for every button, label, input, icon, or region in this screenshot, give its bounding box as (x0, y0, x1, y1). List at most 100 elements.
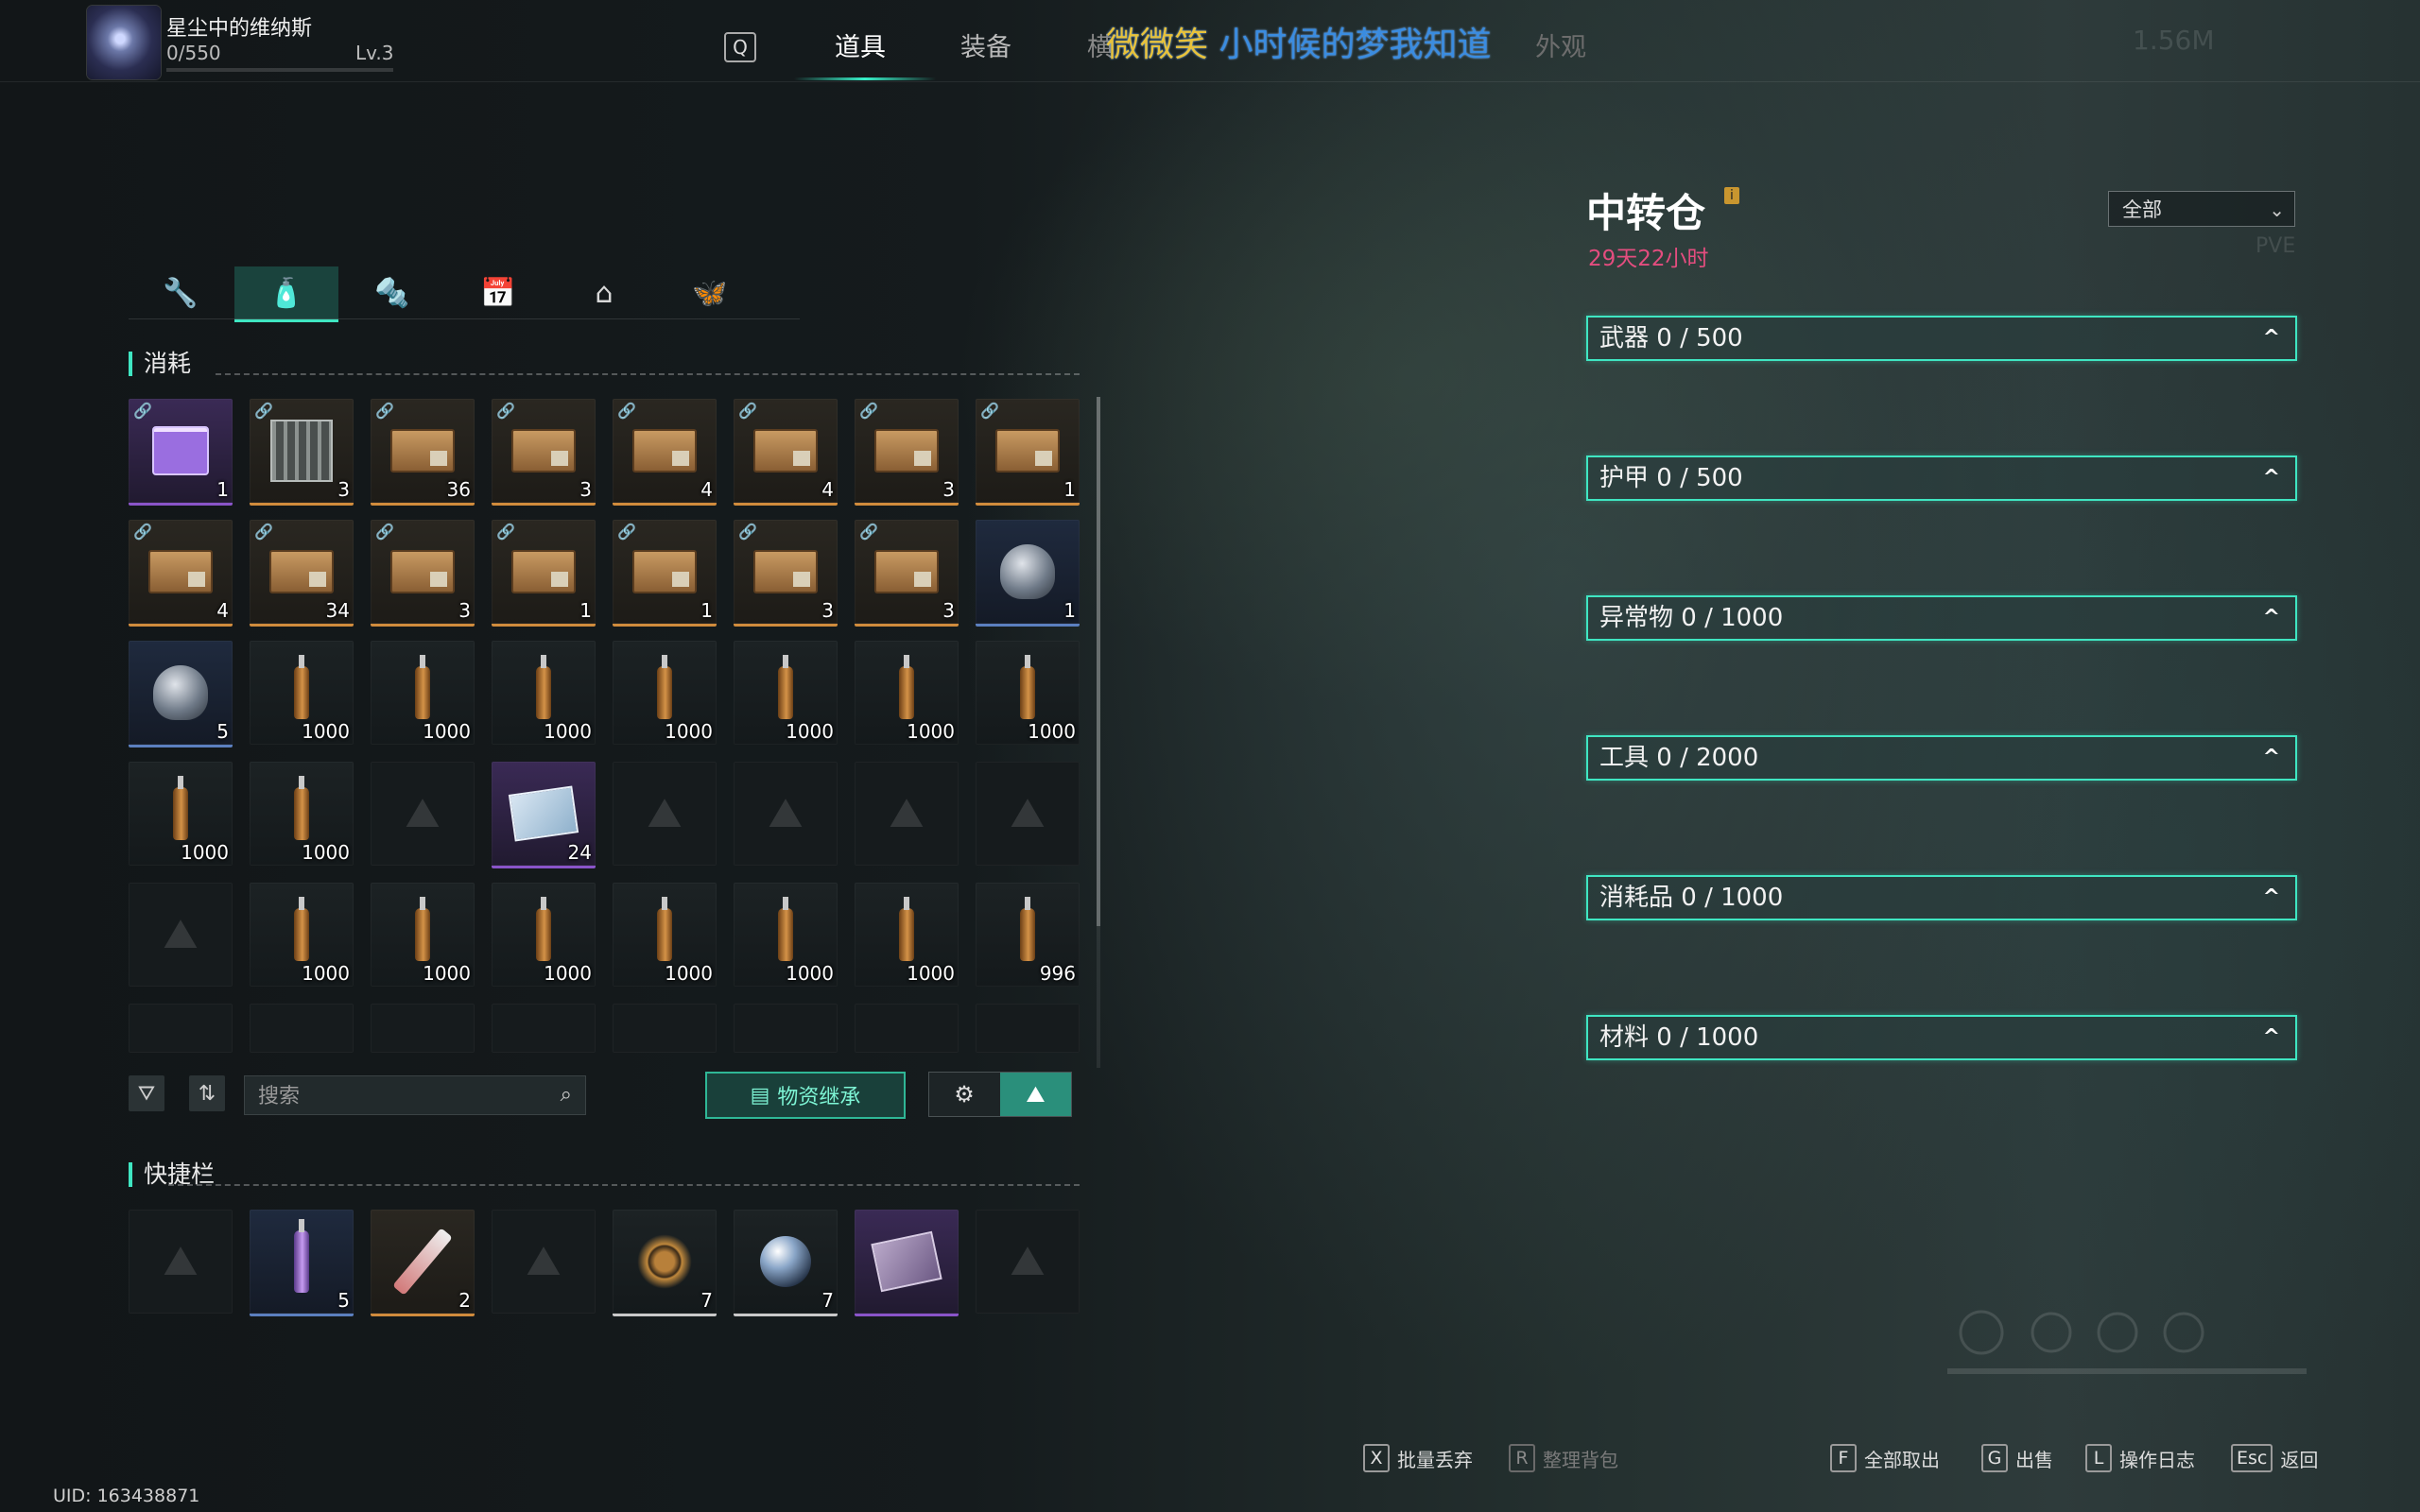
item-slot[interactable]: 7 (613, 1210, 717, 1316)
empty-slot[interactable] (129, 1004, 233, 1053)
item-slot[interactable]: 🔗 3 (855, 520, 959, 627)
item-slot[interactable]: 🔗 3 (492, 399, 596, 506)
crate-icon (874, 429, 939, 472)
item-slot[interactable]: 🔗 3 (250, 399, 354, 506)
empty-slot[interactable] (613, 1004, 717, 1053)
inventory-scrollbar-thumb[interactable] (1097, 397, 1100, 926)
item-slot[interactable]: 1000 (855, 883, 959, 987)
chevron-up-icon[interactable]: ^ (2263, 877, 2280, 919)
item-slot[interactable]: 🔗 1 (492, 520, 596, 627)
item-slot[interactable]: 1000 (976, 641, 1080, 745)
category-tab-5[interactable]: 🦋 (658, 266, 762, 319)
empty-slot[interactable]: ⛰ (734, 762, 838, 866)
warehouse-category-bar[interactable]: 消耗品 0 / 1000 ^ (1586, 875, 2297, 920)
warehouse-filter-select[interactable]: 全部 ⌄ (2108, 191, 2295, 227)
crate-icon (753, 550, 818, 593)
category-tab-0[interactable]: 🔧 (129, 266, 233, 319)
island-view-toggle[interactable]: ⛰ (1000, 1073, 1071, 1116)
warehouse-category-bar[interactable]: 异常物 0 / 1000 ^ (1586, 595, 2297, 641)
tab-items[interactable]: 道具 (835, 26, 886, 63)
category-tab-4[interactable]: ⌂ (552, 266, 656, 319)
item-slot[interactable]: 1000 (613, 883, 717, 987)
item-slot[interactable]: 🔗 1 (613, 520, 717, 627)
chevron-up-icon[interactable]: ^ (2263, 597, 2280, 639)
sort-button[interactable]: ⇅ (189, 1075, 225, 1111)
hint-x[interactable]: X 批量丢弃 (1363, 1444, 1473, 1472)
empty-art: ⛰ (613, 762, 717, 866)
supply-inherit-button[interactable]: ▤ 物资继承 (705, 1072, 906, 1119)
item-slot[interactable]: 1000 (734, 883, 838, 987)
empty-slot[interactable] (492, 1004, 596, 1053)
chevron-up-icon[interactable]: ^ (2263, 1017, 2280, 1058)
item-slot[interactable]: 1000 (734, 641, 838, 745)
warehouse-category-bar[interactable]: 工具 0 / 2000 ^ (1586, 735, 2297, 781)
empty-slot[interactable]: ⛰ (492, 1210, 596, 1314)
item-slot[interactable]: 🔗 4 (129, 520, 233, 627)
empty-slot[interactable] (250, 1004, 354, 1053)
item-slot[interactable]: 1000 (492, 883, 596, 987)
category-tab-3[interactable]: 📅 (446, 266, 550, 319)
empty-slot-placeholder-icon: ⛰ (889, 789, 925, 837)
chevron-up-icon[interactable]: ^ (2263, 737, 2280, 779)
item-slot[interactable]: 1000 (250, 762, 354, 866)
hint-esc[interactable]: Esc 返回 (2231, 1444, 2318, 1472)
category-tab-2[interactable]: 🔩 (340, 266, 444, 319)
crate-icon (390, 550, 455, 593)
item-slot[interactable]: 🔗 1 (129, 399, 233, 506)
item-slot[interactable]: 1000 (371, 641, 475, 745)
item-slot[interactable]: 🔗 4 (613, 399, 717, 506)
search-input[interactable] (256, 1076, 534, 1116)
hint-r[interactable]: R 整理背包 (1509, 1444, 1618, 1472)
filter-button[interactable]: ⛛ (129, 1075, 164, 1111)
hint-l[interactable]: L 操作日志 (2085, 1444, 2195, 1472)
empty-slot[interactable]: ⛰ (129, 1210, 233, 1314)
empty-slot[interactable] (976, 1004, 1080, 1053)
empty-slot[interactable]: ⛰ (129, 883, 233, 987)
item-slot[interactable]: 🔗 34 (250, 520, 354, 627)
item-slot[interactable]: 1000 (250, 641, 354, 745)
item-slot[interactable]: 7 (734, 1210, 838, 1316)
item-slot[interactable]: 🔗 3 (734, 520, 838, 627)
inventory-section-title: 消耗 (129, 352, 191, 376)
item-slot[interactable]: 2 (371, 1210, 475, 1316)
empty-slot[interactable] (855, 1004, 959, 1053)
badge-view-toggle[interactable]: ⚙ (929, 1073, 999, 1116)
item-slot[interactable]: 996 (976, 883, 1080, 987)
warehouse-category-bar[interactable]: 武器 0 / 500 ^ (1586, 316, 2297, 361)
player-avatar[interactable] (87, 6, 161, 79)
empty-slot[interactable] (734, 1004, 838, 1053)
warehouse-category-bar[interactable]: 材料 0 / 1000 ^ (1586, 1015, 2297, 1060)
item-slot[interactable]: 🔗 3 (855, 399, 959, 506)
hint-g[interactable]: G 出售 (1981, 1444, 2053, 1472)
tab-appearance[interactable]: 外观 (1535, 26, 1586, 63)
tab-equipment[interactable]: 装备 (960, 26, 1011, 63)
empty-slot[interactable] (371, 1004, 475, 1053)
empty-slot[interactable]: ⛰ (855, 762, 959, 866)
item-slot[interactable]: 1 (976, 520, 1080, 627)
item-slot[interactable]: 24 (492, 762, 596, 868)
info-icon[interactable]: i (1724, 187, 1739, 204)
hint-f[interactable]: F 全部取出 (1830, 1444, 1940, 1472)
item-slot[interactable]: 1000 (129, 762, 233, 866)
empty-slot[interactable]: ⛰ (976, 1210, 1080, 1314)
item-slot[interactable]: 1000 (613, 641, 717, 745)
item-slot[interactable]: 🔗 36 (371, 399, 475, 506)
item-slot[interactable]: 🔗 1 (976, 399, 1080, 506)
item-slot[interactable]: 1000 (371, 883, 475, 987)
item-slot[interactable] (855, 1210, 959, 1316)
item-slot[interactable]: 5 (129, 641, 233, 747)
item-slot[interactable]: 5 (250, 1210, 354, 1316)
item-slot[interactable]: 🔗 4 (734, 399, 838, 506)
chevron-up-icon[interactable]: ^ (2263, 318, 2280, 359)
empty-slot[interactable]: ⛰ (613, 762, 717, 866)
item-slot[interactable]: 1000 (250, 883, 354, 987)
item-slot[interactable]: 1000 (492, 641, 596, 745)
chevron-up-icon[interactable]: ^ (2263, 457, 2280, 499)
category-tab-1[interactable]: 🧴 (234, 266, 338, 322)
item-slot[interactable]: 1000 (855, 641, 959, 745)
empty-slot[interactable]: ⛰ (976, 762, 1080, 866)
search-icon[interactable]: ⌕ (561, 1083, 572, 1107)
item-slot[interactable]: 🔗 3 (371, 520, 475, 627)
warehouse-category-bar[interactable]: 护甲 0 / 500 ^ (1586, 455, 2297, 501)
empty-slot[interactable]: ⛰ (371, 762, 475, 866)
